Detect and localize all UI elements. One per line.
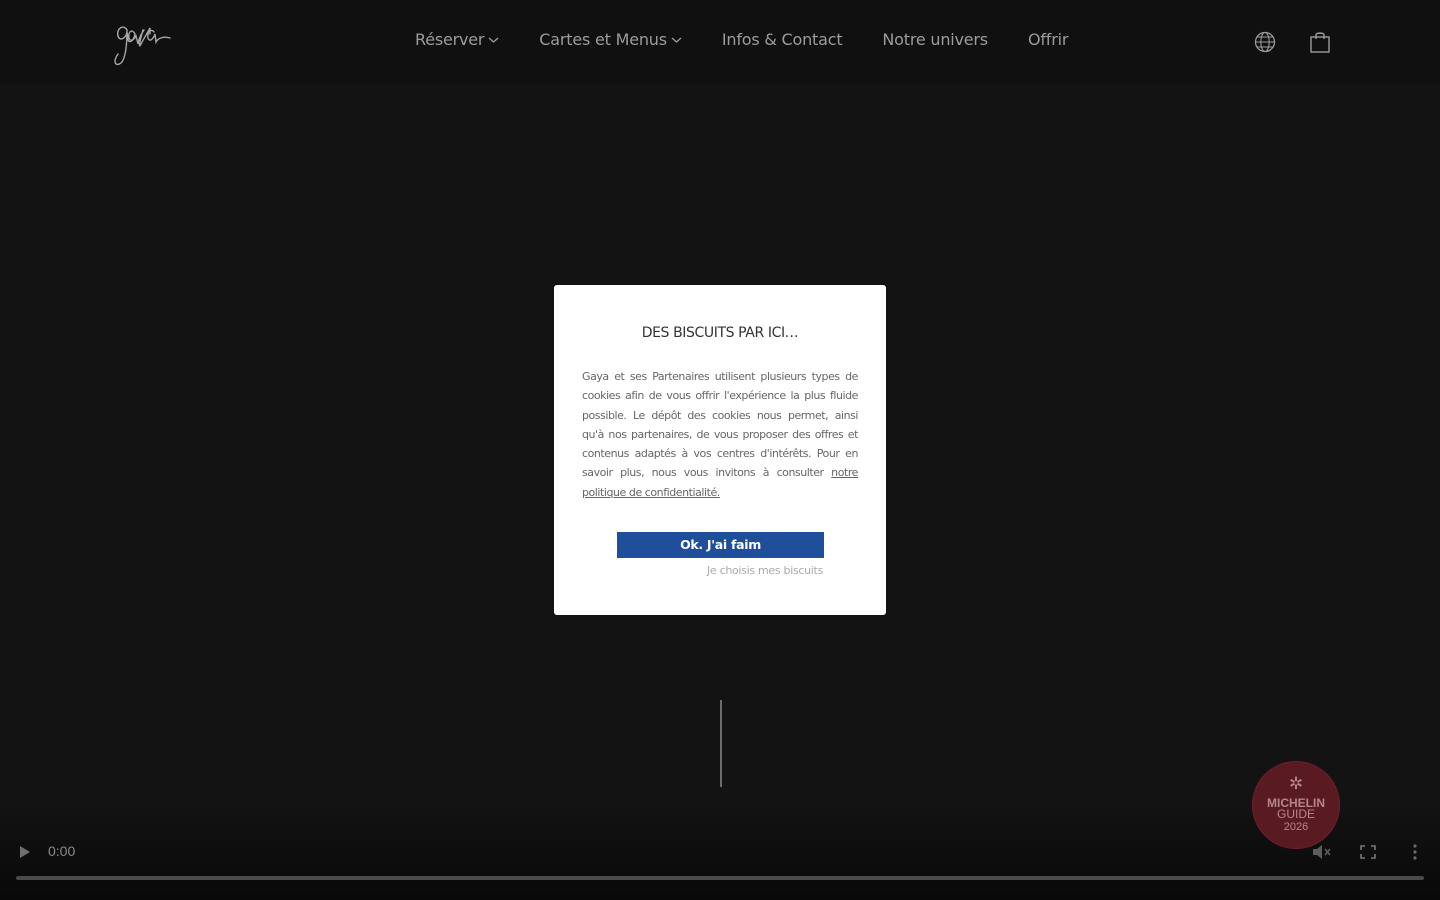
choose-cookies-link[interactable]: Je choisis mes biscuits: [707, 564, 823, 577]
page: gaya Réserver Cartes et Menus Infos & Co…: [0, 0, 1440, 900]
nav-item-label: Cartes et Menus: [539, 30, 667, 49]
muted-volume-icon[interactable]: [1311, 843, 1331, 861]
accept-cookies-button[interactable]: Ok. J'ai faim: [617, 532, 824, 558]
site-header: gaya Réserver Cartes et Menus Infos & Co…: [0, 0, 1440, 84]
shopping-bag-icon[interactable]: [1309, 30, 1331, 54]
video-controls: [0, 800, 1440, 900]
nav-item-label: Notre univers: [882, 30, 988, 49]
guide-label: GUIDE: [1276, 807, 1315, 821]
nav-item-offrir[interactable]: Offrir: [1028, 30, 1068, 49]
michelin-star-icon: ✲: [1288, 774, 1304, 793]
modal-body: Gaya et ses Partenaires utilisent plusie…: [582, 367, 858, 502]
fullscreen-icon[interactable]: [1360, 845, 1376, 859]
modal-body-text: Gaya et ses Partenaires utilisent plusie…: [582, 370, 858, 480]
modal-title: DES BISCUITS PAR ICI…: [641, 325, 799, 341]
chevron-down-icon: [671, 37, 682, 43]
video-time: 0:00: [48, 843, 76, 859]
gaya-logo[interactable]: gaya: [110, 14, 184, 68]
video-progress-bar[interactable]: [16, 876, 1424, 880]
main-nav: Réserver Cartes et Menus Infos & Contact…: [415, 30, 1108, 49]
scroll-indicator-line: [720, 700, 722, 787]
chevron-down-icon: [488, 37, 499, 43]
nav-item-label: Offrir: [1027, 30, 1069, 49]
michelin-year: 2026: [1283, 821, 1309, 833]
nav-item-reserver[interactable]: Réserver: [415, 30, 499, 49]
nav-item-label: Réserver: [415, 30, 485, 49]
nav-item-infos-contact[interactable]: Infos & Contact: [722, 30, 843, 49]
michelin-guide-badge[interactable]: ✲ MICHELIN GUIDE 2026: [1252, 761, 1340, 849]
more-options-icon[interactable]: [1411, 843, 1419, 861]
nav-item-label: Infos & Contact: [721, 30, 843, 49]
cookie-consent-modal: DES BISCUITS PAR ICI… Gaya et ses Parten…: [554, 285, 886, 615]
globe-icon[interactable]: [1254, 31, 1276, 53]
play-icon[interactable]: [18, 844, 32, 860]
nav-item-cartes-menus[interactable]: Cartes et Menus: [539, 30, 682, 49]
nav-item-notre-univers[interactable]: Notre univers: [882, 30, 988, 49]
